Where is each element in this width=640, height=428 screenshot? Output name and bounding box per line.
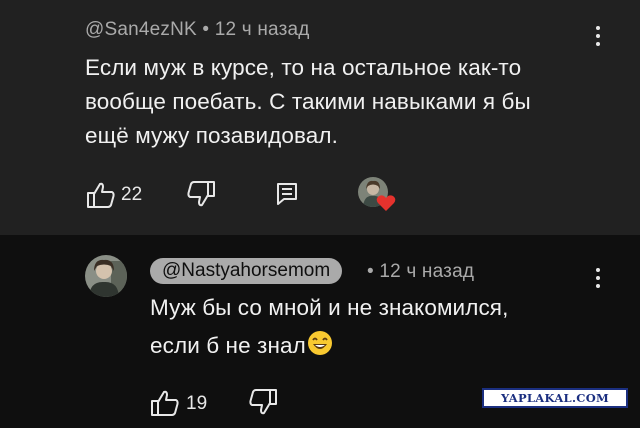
- thumbs-up-icon[interactable]: [150, 389, 180, 417]
- like-count: 22: [121, 184, 143, 205]
- like-count: 19: [186, 393, 208, 414]
- more-vert-icon[interactable]: [594, 268, 602, 294]
- reply-icon[interactable]: [276, 182, 298, 206]
- comment-text-line: вообще поебать. С такими навыками я бы: [85, 89, 531, 114]
- thumbs-down-icon[interactable]: [186, 180, 216, 208]
- smile-emoji: [307, 331, 332, 355]
- comment-text-line: Муж бы со мной и не знакомился,: [150, 295, 509, 320]
- comment-meta: @San4ezNK • 12 ч назад: [85, 19, 310, 40]
- comment-text-line: ещё мужу позавидовал.: [85, 123, 338, 148]
- thumbs-down-icon[interactable]: [248, 388, 278, 416]
- heart-icon: [376, 195, 396, 211]
- watermark: YAPLAKAL.COM: [482, 388, 628, 408]
- comment-time: • 12 ч назад: [367, 261, 475, 282]
- comment-text-line: Если муж в курсе, то на остальное как-то: [85, 55, 522, 80]
- more-vert-icon[interactable]: [594, 26, 602, 52]
- comment-text-line: если б не знал: [150, 329, 333, 363]
- author-chip[interactable]: @Nastyahorsemom: [150, 258, 343, 284]
- avatar[interactable]: [85, 255, 127, 297]
- thumbs-up-icon[interactable]: [86, 181, 116, 209]
